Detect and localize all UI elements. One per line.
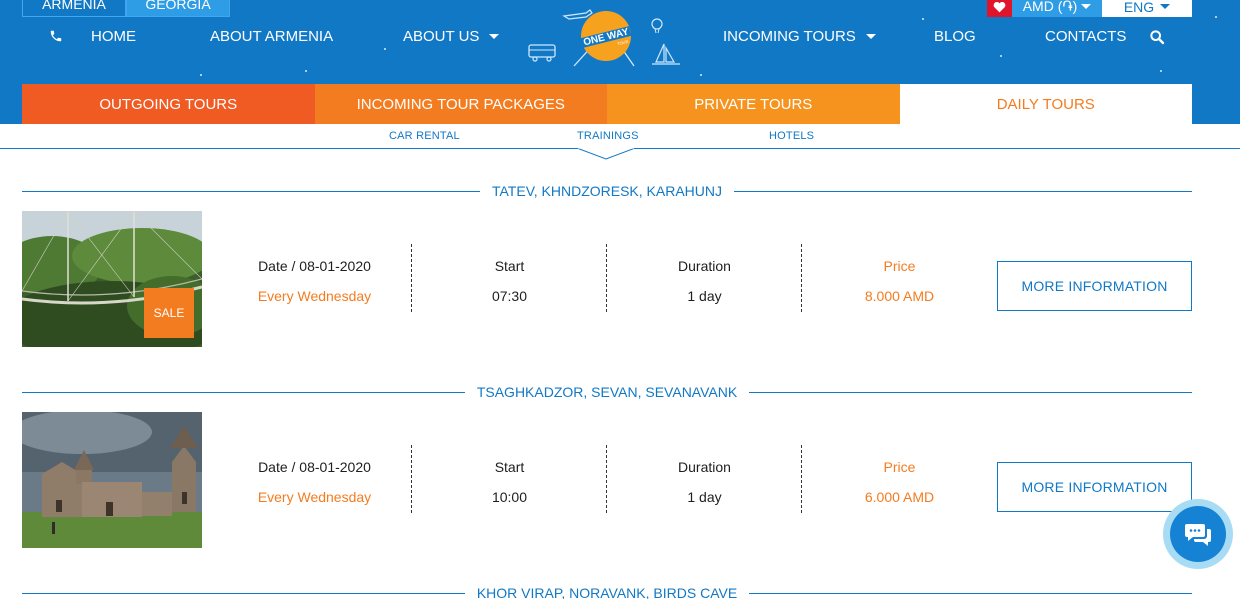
tour-start: Start 10:00 — [412, 445, 607, 515]
category-tabs: OUTGOING TOURS INCOMING TOUR PACKAGES PR… — [22, 84, 1192, 124]
tour-heading: KHOR VIRAP, NORAVANK, BIRDS CAVE — [22, 585, 1192, 599]
subnav-trainings[interactable]: TRAININGS — [577, 130, 639, 142]
sale-badge: SALE — [144, 288, 194, 338]
date-label: Date / 08-01-2020 — [258, 258, 371, 274]
star-decoration — [1215, 16, 1217, 18]
divider-line — [22, 391, 465, 393]
heart-icon — [993, 1, 1006, 12]
live-chat-button[interactable] — [1163, 499, 1233, 569]
tab-outgoing-tours[interactable]: OUTGOING TOURS — [22, 84, 315, 124]
divider-line — [734, 190, 1193, 192]
duration-value: 1 day — [687, 288, 722, 304]
chevron-down-icon — [489, 34, 500, 39]
star-decoration — [1000, 55, 1002, 57]
nav-contacts-label: CONTACTS — [1045, 28, 1127, 45]
tour-start: Start 07:30 — [412, 244, 607, 314]
date-value: Every Wednesday — [257, 288, 372, 304]
monastery-photo — [22, 412, 202, 548]
nav-home-label: HOME — [91, 28, 136, 45]
nav-about-armenia[interactable]: ABOUT ARMENIA — [210, 28, 333, 45]
tour-image[interactable]: SALE — [22, 211, 202, 347]
start-value: 07:30 — [491, 288, 528, 304]
divider-line — [749, 391, 1193, 393]
more-information-button[interactable]: MORE INFORMATION — [997, 462, 1192, 512]
tour-title[interactable]: TSAGHKADZOR, SEVAN, SEVANAVANK — [465, 384, 749, 400]
country-tab-armenia[interactable]: ARMENIA — [22, 0, 126, 17]
tour-date: Date / 08-01-2020 Every Wednesday — [217, 244, 412, 314]
logo-graphic: ONE WAY TOUR — [528, 9, 680, 67]
star-decoration — [700, 74, 702, 76]
price-label: Price — [883, 459, 916, 475]
price-label: Price — [883, 258, 916, 274]
tab-incoming-tour-packages[interactable]: INCOMING TOUR PACKAGES — [314, 84, 607, 124]
nav-incoming-tours[interactable]: INCOMING TOURS — [723, 28, 876, 45]
site-logo[interactable]: ONE WAY TOUR — [524, 4, 684, 72]
country-switcher: ARMENIA GEORGIA — [22, 0, 230, 17]
divider-line — [22, 190, 480, 192]
tour-duration: Duration 1 day — [607, 445, 802, 515]
tour-date: Date / 08-01-2020 Every Wednesday — [217, 445, 412, 515]
star-decoration — [1160, 70, 1162, 72]
favorites-button[interactable] — [987, 0, 1012, 17]
duration-value: 1 day — [687, 489, 722, 505]
chat-icon — [1185, 524, 1211, 546]
site-header: ARMENIA GEORGIA AMD (֏) ENG HOME ABOUT A… — [0, 0, 1240, 124]
date-label: Date / 08-01-2020 — [258, 459, 371, 475]
more-information-button[interactable]: MORE INFORMATION — [997, 261, 1192, 311]
tab-private-tours[interactable]: PRIVATE TOURS — [607, 84, 900, 124]
tour-heading: TATEV, KHNDZORESK, KARAHUNJ — [22, 183, 1193, 199]
nav-blog-label: BLOG — [934, 28, 976, 45]
nav-about-us-label: ABOUT US — [403, 28, 480, 45]
divider-line — [749, 592, 1192, 594]
price-value: 8.000 AMD — [864, 288, 935, 304]
tour-heading: TSAGHKADZOR, SEVAN, SEVANAVANK — [22, 384, 1193, 400]
language-select[interactable]: ENG — [1102, 0, 1192, 17]
active-indicator-arrow — [578, 148, 634, 160]
star-decoration — [305, 70, 307, 72]
tour-duration: Duration 1 day — [607, 244, 802, 314]
tour-card: SALE Date / 08-01-2020 Every Wednesday S… — [22, 211, 1192, 347]
phone-icon[interactable] — [49, 29, 63, 43]
star-decoration — [200, 74, 202, 76]
language-label: ENG — [1123, 0, 1155, 15]
subnav-car-rental[interactable]: CAR RENTAL — [389, 130, 460, 142]
nav-blog[interactable]: BLOG — [934, 28, 976, 45]
star-decoration — [384, 48, 386, 50]
start-label: Start — [494, 459, 525, 475]
price-value: 6.000 AMD — [864, 489, 935, 505]
nav-incoming-tours-label: INCOMING TOURS — [723, 28, 856, 45]
star-decoration — [922, 18, 924, 20]
start-value: 10:00 — [491, 489, 528, 505]
country-tab-georgia[interactable]: GEORGIA — [126, 0, 230, 17]
top-utility-bar: AMD (֏) ENG — [987, 0, 1192, 17]
tour-image[interactable] — [22, 412, 202, 548]
chevron-down-icon — [1160, 4, 1171, 9]
tour-price: Price 8.000 AMD — [802, 244, 997, 314]
nav-home[interactable]: HOME — [91, 28, 136, 45]
tour-card: Date / 08-01-2020 Every Wednesday Start … — [22, 412, 1192, 548]
duration-label: Duration — [678, 258, 731, 274]
nav-contacts[interactable]: CONTACTS — [1045, 28, 1126, 45]
search-icon[interactable] — [1149, 29, 1165, 45]
chevron-down-icon — [865, 34, 876, 39]
tour-price: Price 6.000 AMD — [802, 445, 997, 515]
date-value: Every Wednesday — [257, 489, 372, 505]
subnav-hotels[interactable]: HOTELS — [769, 130, 814, 142]
divider-line — [22, 592, 465, 594]
tab-daily-tours[interactable]: DAILY TOURS — [899, 84, 1192, 124]
nav-about-armenia-label: ABOUT ARMENIA — [210, 28, 334, 45]
currency-label: AMD (֏) — [1022, 0, 1078, 14]
nav-about-us[interactable]: ABOUT US — [403, 28, 500, 45]
currency-select[interactable]: AMD (֏) — [1012, 0, 1102, 17]
tour-title[interactable]: KHOR VIRAP, NORAVANK, BIRDS CAVE — [465, 585, 749, 599]
tour-title[interactable]: TATEV, KHNDZORESK, KARAHUNJ — [480, 183, 734, 199]
duration-label: Duration — [678, 459, 731, 475]
sub-navigation: CAR RENTAL TRAININGS HOTELS — [0, 124, 1240, 150]
start-label: Start — [494, 258, 525, 274]
chevron-down-icon — [1081, 4, 1092, 9]
chat-button-inner — [1170, 506, 1226, 562]
